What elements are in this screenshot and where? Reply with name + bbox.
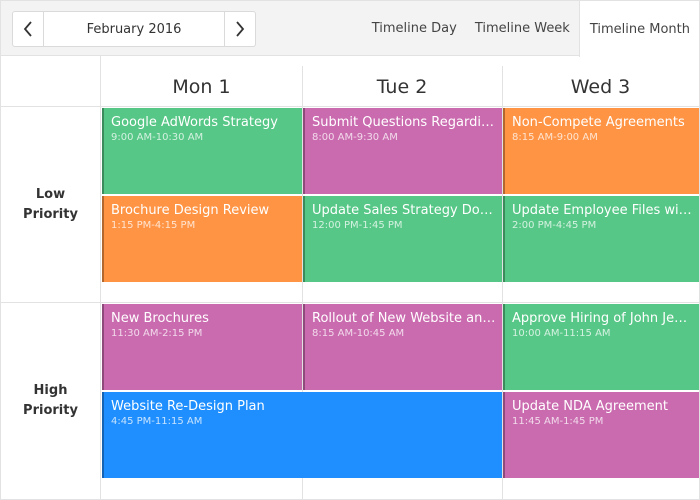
resource-row-divider [1,302,699,303]
event-title: New Brochures [111,311,209,326]
day-header-wed-3: Wed 3 [570,76,631,98]
event-time: 10:00 AM-11:15 AM [512,328,611,339]
timeline-grid: Mon 1 Tue 2 Wed 3 Low Priority High Prio… [1,56,699,499]
event-time: 8:00 AM-9:30 AM [312,132,398,143]
event-title: Approve Hiring of John Jeffe... [512,311,699,326]
scheduler-toolbar: February 2016 Timeline Day Timeline Week… [1,1,699,57]
event-time: 11:30 AM-2:15 PM [111,328,203,339]
event-time: 9:00 AM-10:30 AM [111,132,204,143]
date-navigator: February 2016 [12,11,256,47]
current-period-button[interactable]: February 2016 [44,12,224,46]
day-header-tue-2: Tue 2 [376,76,428,98]
event-title: Update Sales Strategy Docu... [312,203,502,218]
event-card[interactable]: Website Re-Design Plan 4:45 PM-11:15 AM [102,392,502,478]
event-card[interactable]: Update Employee Files with ... 2:00 PM-4:… [503,196,699,282]
tab-timeline-month[interactable]: Timeline Month [578,1,699,57]
event-card[interactable]: New Brochures 11:30 AM-2:15 PM [102,304,302,390]
event-time: 12:00 PM-1:45 PM [312,220,403,231]
tab-timeline-day[interactable]: Timeline Day [363,1,466,56]
event-card[interactable]: Update Sales Strategy Docu... 12:00 PM-1:… [303,196,502,282]
event-title: Brochure Design Review [111,203,270,218]
resource-low-priority: Low Priority [1,107,101,303]
event-time: 2:00 PM-4:45 PM [512,220,597,231]
event-title: Update Employee Files with ... [512,203,699,218]
event-card[interactable]: Submit Questions Regarding... 8:00 AM-9:3… [303,108,502,194]
header-divider [101,106,699,107]
next-period-button[interactable] [224,12,255,46]
event-title: Website Re-Design Plan [111,399,265,414]
previous-period-button[interactable] [13,12,44,46]
event-title: Submit Questions Regarding... [312,115,502,130]
resource-high-priority: High Priority [1,303,101,499]
event-title: Google AdWords Strategy [111,115,278,130]
event-card[interactable]: Brochure Design Review 1:15 PM-4:15 PM [102,196,302,282]
event-title: Non-Compete Agreements [512,115,685,130]
event-card[interactable]: Approve Hiring of John Jeffe... 10:00 AM-… [503,304,699,390]
event-card[interactable]: Update NDA Agreement 11:45 AM-1:45 PM [503,392,699,478]
event-time: 4:45 PM-11:15 AM [111,416,203,427]
event-time: 8:15 AM-10:45 AM [312,328,405,339]
timeline-scheduler: February 2016 Timeline Day Timeline Week… [0,0,700,500]
event-time: 8:15 AM-9:00 AM [512,132,598,143]
header-corner [1,56,101,107]
tab-timeline-week[interactable]: Timeline Week [466,1,579,56]
chevron-right-icon [236,21,245,37]
event-card[interactable]: Rollout of New Website and... 8:15 AM-10:… [303,304,502,390]
view-switcher: Timeline Day Timeline Week Timeline Mont… [363,1,699,57]
event-card[interactable]: Non-Compete Agreements 8:15 AM-9:00 AM [503,108,699,194]
chevron-left-icon [23,21,32,37]
day-header-mon-1: Mon 1 [172,76,231,98]
event-card[interactable]: Google AdWords Strategy 9:00 AM-10:30 AM [102,108,302,194]
event-time: 1:15 PM-4:15 PM [111,220,196,231]
event-title: Rollout of New Website and... [312,311,502,326]
event-title: Update NDA Agreement [512,399,668,414]
event-time: 11:45 AM-1:45 PM [512,416,604,427]
